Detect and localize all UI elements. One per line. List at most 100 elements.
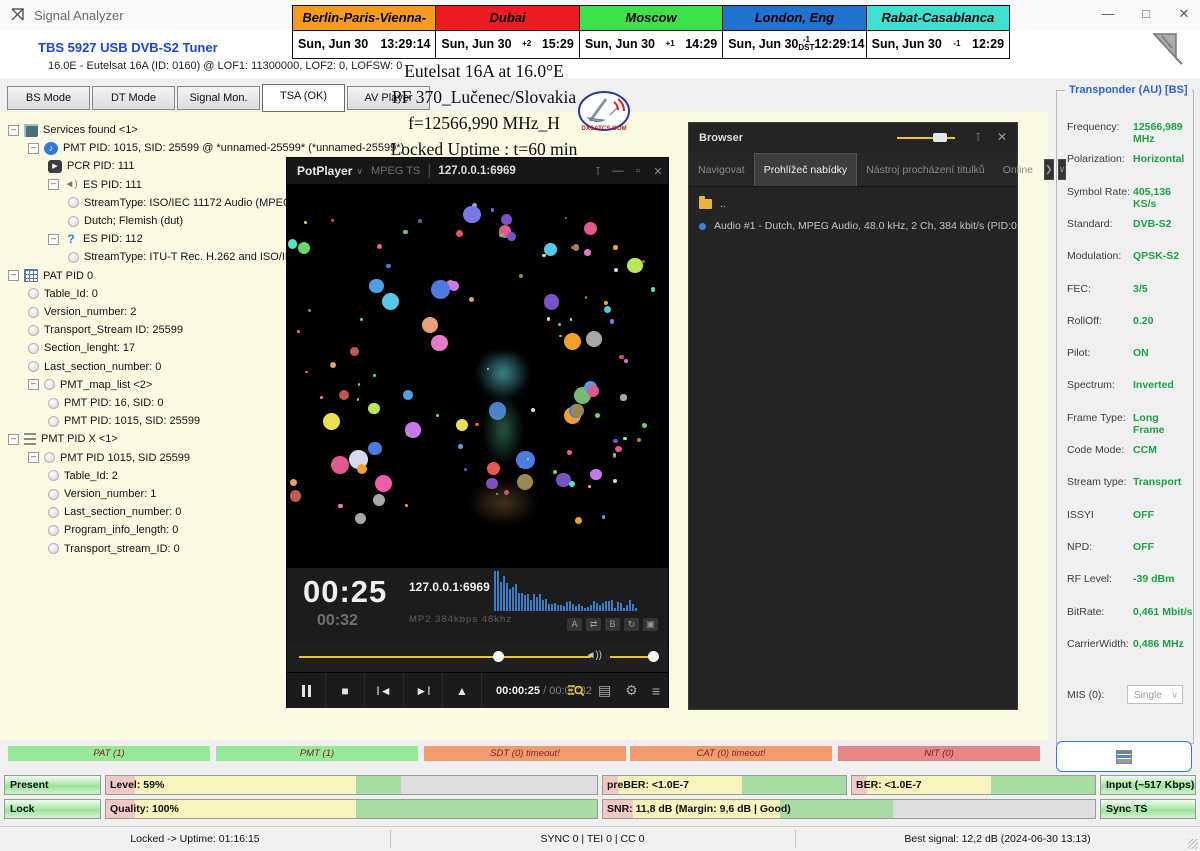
arrow-right-icon[interactable]: ❯	[1044, 159, 1054, 180]
tree-row[interactable]: Transport_stream_ID: 0	[48, 540, 180, 558]
meter-segment	[742, 776, 846, 794]
spectrum-bar	[512, 587, 514, 611]
settings-gear-icon[interactable]: ⚙	[625, 682, 638, 699]
tree-row[interactable]: –Services found <1>	[8, 121, 138, 139]
browser-titlebar[interactable]: Browser ⊺ ✕	[689, 123, 1017, 153]
video-dot	[350, 347, 359, 356]
video-dot	[331, 456, 349, 474]
seek-knob[interactable]	[493, 651, 504, 662]
tree-row[interactable]: Program_info_length: 0	[48, 521, 178, 539]
expander-icon[interactable]: –	[28, 379, 39, 390]
spectrum-bar	[605, 601, 607, 611]
browser-pin-icon[interactable]: ⊺	[975, 131, 981, 144]
tree-row[interactable]: Dutch; Flemish (dut)	[68, 212, 183, 230]
maximize-icon[interactable]: □	[1131, 6, 1161, 24]
mis-select[interactable]: Single ∨	[1127, 685, 1183, 704]
chevron-down-icon[interactable]: ∨	[1058, 159, 1067, 180]
expander-icon[interactable]: –	[28, 143, 39, 154]
audio-track-row[interactable]: Audio #1 - Dutch, MPEG Audio, 48.0 kHz, …	[689, 215, 1017, 237]
expander-icon[interactable]: –	[8, 434, 19, 445]
bullet-icon	[48, 398, 59, 409]
tree-row[interactable]: PMT PID: 16, SID: 0	[48, 394, 163, 412]
tree-row[interactable]: –PMT_map_list <2>	[28, 376, 152, 394]
tree-row[interactable]: Transport_Stream ID: 25599	[28, 321, 183, 339]
tree-row[interactable]: –?ES PID: 112	[48, 230, 143, 248]
player-badge[interactable]: ↻	[624, 618, 639, 631]
eject-button[interactable]: ▲	[443, 673, 482, 708]
tab-bs-mode[interactable]: BS Mode	[7, 86, 90, 110]
audio-track-label[interactable]: Audio #1 - Dutch, MPEG Audio, 48.0 kHz, …	[714, 220, 1017, 232]
previous-button[interactable]: I◄	[365, 673, 404, 708]
browser-tab-3[interactable]: Online	[994, 153, 1042, 186]
tab-dt-mode[interactable]: DT Mode	[92, 86, 175, 110]
expander-icon[interactable]: –	[48, 234, 59, 245]
tree-row[interactable]: StreamType: ISO/IEC 11172 Audio (MPEG-1)…	[68, 194, 321, 212]
potplayer-titlebar[interactable]: PotPlayer ∨ MPEG TS | 127.0.0.1:6969 ⊺ —…	[287, 158, 668, 184]
menu-icon[interactable]: ≡	[652, 683, 660, 699]
stop-button[interactable]: ■	[326, 673, 365, 708]
player-badge[interactable]: B	[605, 618, 620, 631]
bullet-icon	[48, 507, 59, 518]
tree-row[interactable]: PMT PID: 1015, SID: 25599	[48, 412, 200, 430]
chevron-down-icon[interactable]: ∨	[356, 166, 363, 177]
pause-button[interactable]	[287, 673, 326, 708]
resize-grip[interactable]	[1188, 839, 1198, 849]
video-dot	[403, 390, 413, 400]
expander-icon[interactable]: –	[28, 452, 39, 463]
folder-up-label[interactable]: ..	[720, 198, 726, 210]
tree-row[interactable]: Last_section_number: 0	[48, 503, 181, 521]
volume-knob[interactable]	[648, 651, 659, 662]
transponder-label: Standard:	[1067, 218, 1113, 230]
playlist-icon[interactable]: ▤	[598, 682, 611, 699]
browser-tab-2[interactable]: Nástroj procházení titulků	[857, 153, 993, 186]
tree-row[interactable]: –PMT PID X <1>	[8, 430, 118, 448]
tree-row[interactable]: Version_number: 1	[48, 485, 156, 503]
browser-tab-1[interactable]: Prohlížeč nabídky	[754, 153, 857, 186]
browser-tab-0[interactable]: Navigovat	[689, 153, 754, 186]
minimize-icon[interactable]: —	[1093, 6, 1123, 24]
video-dot	[355, 513, 366, 524]
next-button[interactable]: ►I	[404, 673, 443, 708]
video-dot	[544, 243, 557, 256]
search-icon[interactable]	[568, 684, 584, 698]
browser-slider-knob[interactable]	[933, 133, 947, 142]
browser-close-icon[interactable]: ✕	[997, 130, 1007, 144]
player-close-icon[interactable]: ✕	[648, 165, 668, 178]
seek-bar[interactable]	[299, 656, 591, 658]
video-dot	[323, 413, 340, 430]
records-button[interactable]	[1056, 741, 1192, 772]
player-maximize-icon[interactable]: ▫	[628, 165, 648, 177]
tree-row[interactable]: ▶PCR PID: 111	[48, 157, 134, 175]
tree-row[interactable]: Section_lenght: 17	[28, 339, 135, 357]
video-area[interactable]	[287, 184, 668, 568]
tree-row[interactable]: Version_number: 2	[28, 303, 136, 321]
player-badge[interactable]: ⇄	[586, 618, 601, 631]
pin-icon[interactable]: ⊺	[588, 165, 608, 178]
potplayer-app-name[interactable]: PotPlayer	[297, 164, 352, 178]
transponder-label: Symbol Rate:	[1067, 186, 1130, 198]
tree-row[interactable]: Table_Id: 0	[28, 285, 98, 303]
tree-row[interactable]: –◄)ES PID: 111	[48, 176, 142, 194]
tree-label: ES PID: 111	[83, 179, 142, 191]
video-dot	[297, 330, 300, 333]
player-badge[interactable]: A	[567, 618, 582, 631]
player-badge[interactable]: ▣	[643, 618, 658, 631]
folder-up-row[interactable]: ..	[689, 193, 1017, 215]
expander-icon[interactable]: –	[48, 179, 59, 190]
close-icon[interactable]: ✕	[1169, 6, 1199, 24]
video-dot	[590, 469, 602, 481]
transponder-value: 12566,989 MHz	[1133, 121, 1193, 145]
tree-row[interactable]: –PMT PID 1015, SID 25599	[28, 449, 190, 467]
volume-icon[interactable]: ◄))	[585, 650, 602, 661]
expander-icon[interactable]: –	[8, 270, 19, 281]
video-dot	[542, 254, 545, 257]
player-minimize-icon[interactable]: —	[608, 165, 628, 177]
tree-row[interactable]: Last_section_number: 0	[28, 358, 161, 376]
spectrum-bar	[578, 604, 580, 611]
clock-column: Berlin-Paris-Vienna-RomaSun, Jun 3013:29…	[293, 6, 436, 58]
spectrum-bar	[539, 594, 541, 611]
expander-icon[interactable]: –	[8, 125, 19, 136]
tree-row[interactable]: –PAT PID 0	[8, 267, 93, 285]
tab-signal-mon-[interactable]: Signal Mon.	[177, 86, 260, 110]
tree-row[interactable]: Table_Id: 2	[48, 467, 118, 485]
